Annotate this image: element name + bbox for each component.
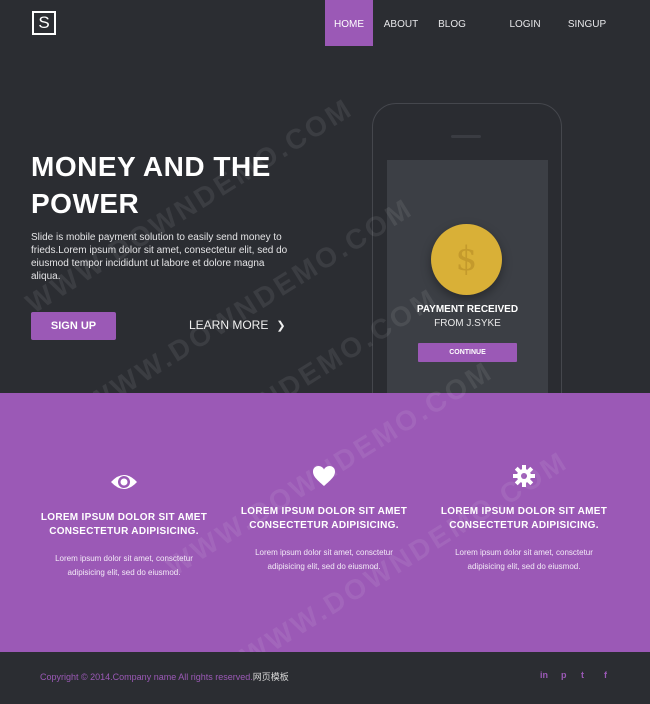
feature-text-line2: adipisicing elit, sed do eiusmod. — [467, 562, 581, 571]
nav-login[interactable]: LOGIN — [505, 0, 545, 46]
watermark: WWW.DOWNDEMO.COM — [80, 191, 419, 393]
copyright-main: Copyright © 2014.Company name All rights… — [40, 672, 253, 682]
feature-card: LOREM IPSUM DOLOR SIT AMET CONSECTETUR A… — [424, 461, 624, 574]
feature-card: LOREM IPSUM DOLOR SIT AMET CONSECTETUR A… — [24, 467, 224, 580]
feature-text-line1: Lorem ipsum dolor sit amet, consctetur — [55, 554, 193, 563]
continue-button[interactable]: CONTINUE — [418, 343, 517, 362]
feature-text-line1: Lorem ipsum dolor sit amet, consctetur — [455, 548, 593, 557]
nav-signup[interactable]: SINGUP — [565, 0, 609, 46]
feature-text: Lorem ipsum dolor sit amet, consctetur a… — [424, 546, 624, 574]
hero-section: S HOME ABOUT BLOG LOGIN SINGUP MONEY AND… — [0, 0, 650, 393]
feature-text-line2: adipisicing elit, sed do eiusmod. — [67, 568, 181, 577]
footer: Copyright © 2014.Company name All rights… — [0, 652, 650, 704]
copyright-text: Copyright © 2014.Company name All rights… — [40, 670, 289, 683]
chevron-right-icon: ❯ — [276, 320, 286, 332]
hero-title-line2: POWER — [31, 188, 140, 219]
feature-text-line2: adipisicing elit, sed do eiusmod. — [267, 562, 381, 571]
gear-icon — [424, 461, 624, 491]
feature-title-line1: LOREM IPSUM DOLOR SIT AMET — [40, 512, 208, 523]
features-section: LOREM IPSUM DOLOR SIT AMET CONSECTETUR A… — [0, 355, 650, 672]
nav-blog[interactable]: BLOG — [435, 0, 469, 46]
nav-home[interactable]: HOME — [325, 0, 373, 46]
learn-more-label: LEARN MORE — [189, 318, 269, 332]
phone-speaker — [451, 135, 481, 138]
feature-title-line2: CONSECTETUR ADIPISICING. — [49, 526, 199, 537]
feature-title: LOREM IPSUM DOLOR SIT AMET CONSECTETUR A… — [224, 505, 424, 533]
feature-title-line2: CONSECTETUR ADIPISICING. — [249, 520, 399, 531]
phone-mockup: $ PAYMENT RECEIVED FROM J.SYKE CONTINUE — [372, 103, 562, 393]
feature-title: LOREM IPSUM DOLOR SIT AMET CONSECTETUR A… — [424, 505, 624, 533]
twitter-icon[interactable]: t — [581, 670, 584, 680]
coin-icon: $ — [431, 224, 502, 295]
facebook-icon[interactable]: f — [604, 670, 607, 680]
feature-title-line1: LOREM IPSUM DOLOR SIT AMET — [240, 506, 408, 517]
hero-description: Slide is mobile payment solution to easi… — [31, 232, 288, 282]
coin-symbol: $ — [455, 239, 478, 279]
hero-title: MONEY AND THE POWER — [31, 148, 291, 222]
logo[interactable]: S — [32, 11, 56, 35]
feature-title-line2: CONSECTETUR ADIPISICING. — [449, 520, 599, 531]
feature-title-line1: LOREM IPSUM DOLOR SIT AMET — [440, 506, 608, 517]
feature-text: Lorem ipsum dolor sit amet, consctetur a… — [224, 546, 424, 574]
payment-from: FROM J.SYKE — [434, 318, 501, 329]
payment-received-title: PAYMENT RECEIVED — [416, 304, 519, 315]
nav-about[interactable]: ABOUT — [381, 0, 421, 46]
feature-text: Lorem ipsum dolor sit amet, consctetur a… — [24, 552, 224, 580]
feature-title: LOREM IPSUM DOLOR SIT AMET CONSECTETUR A… — [24, 511, 224, 539]
linkedin-icon[interactable]: in — [540, 670, 548, 680]
pinterest-icon[interactable]: p — [561, 670, 567, 680]
copyright-cn: 网页模板 — [252, 672, 289, 682]
main-nav: HOME ABOUT BLOG LOGIN SINGUP — [325, 0, 650, 46]
heart-icon — [224, 461, 424, 491]
eye-icon — [24, 467, 224, 497]
feature-card: LOREM IPSUM DOLOR SIT AMET CONSECTETUR A… — [224, 461, 424, 574]
hero-title-line1: MONEY AND THE — [31, 151, 271, 182]
feature-text-line1: Lorem ipsum dolor sit amet, consctetur — [255, 548, 393, 557]
signup-button[interactable]: SIGN UP — [31, 312, 116, 340]
phone-screen: $ PAYMENT RECEIVED FROM J.SYKE CONTINUE — [387, 160, 548, 393]
learn-more-link[interactable]: LEARN MORE ❯ — [189, 316, 286, 335]
